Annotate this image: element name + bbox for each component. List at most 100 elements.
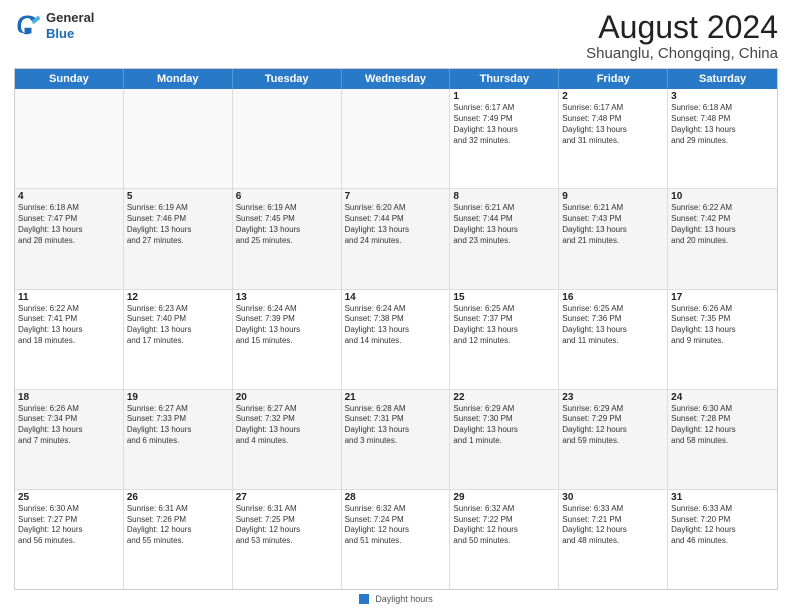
calendar-cell: 18Sunrise: 6:26 AM Sunset: 7:34 PM Dayli… [15,390,124,489]
calendar-week: 1Sunrise: 6:17 AM Sunset: 7:49 PM Daylig… [15,89,777,189]
day-number: 22 [453,392,555,403]
day-number: 14 [345,292,447,303]
day-info: Sunrise: 6:18 AM Sunset: 7:48 PM Dayligh… [671,103,774,146]
day-info: Sunrise: 6:22 AM Sunset: 7:42 PM Dayligh… [671,203,774,246]
day-number: 6 [236,191,338,202]
logo-general: General [46,10,94,26]
calendar-cell: 11Sunrise: 6:22 AM Sunset: 7:41 PM Dayli… [15,290,124,389]
day-number: 2 [562,91,664,102]
day-info: Sunrise: 6:27 AM Sunset: 7:32 PM Dayligh… [236,404,338,447]
day-number: 20 [236,392,338,403]
calendar-cell: 17Sunrise: 6:26 AM Sunset: 7:35 PM Dayli… [668,290,777,389]
calendar-cell [15,89,124,188]
calendar-header-cell: Sunday [15,69,124,89]
daylight-legend-label: Daylight hours [375,594,433,604]
day-number: 16 [562,292,664,303]
calendar-header-cell: Monday [124,69,233,89]
day-number: 30 [562,492,664,503]
day-info: Sunrise: 6:32 AM Sunset: 7:22 PM Dayligh… [453,504,555,547]
day-info: Sunrise: 6:33 AM Sunset: 7:20 PM Dayligh… [671,504,774,547]
header: General Blue August 2024 Shuanglu, Chong… [14,10,778,62]
day-number: 17 [671,292,774,303]
title-block: August 2024 Shuanglu, Chongqing, China [586,10,778,62]
calendar-cell: 4Sunrise: 6:18 AM Sunset: 7:47 PM Daylig… [15,189,124,288]
day-number: 11 [18,292,120,303]
calendar-cell: 10Sunrise: 6:22 AM Sunset: 7:42 PM Dayli… [668,189,777,288]
calendar-cell: 28Sunrise: 6:32 AM Sunset: 7:24 PM Dayli… [342,490,451,589]
day-number: 29 [453,492,555,503]
day-number: 28 [345,492,447,503]
day-number: 31 [671,492,774,503]
day-number: 19 [127,392,229,403]
day-info: Sunrise: 6:25 AM Sunset: 7:37 PM Dayligh… [453,304,555,347]
day-number: 27 [236,492,338,503]
logo-icon [14,12,42,40]
day-info: Sunrise: 6:23 AM Sunset: 7:40 PM Dayligh… [127,304,229,347]
day-info: Sunrise: 6:18 AM Sunset: 7:47 PM Dayligh… [18,203,120,246]
calendar-body: 1Sunrise: 6:17 AM Sunset: 7:49 PM Daylig… [15,89,777,589]
calendar: SundayMondayTuesdayWednesdayThursdayFrid… [14,68,778,590]
calendar-week: 18Sunrise: 6:26 AM Sunset: 7:34 PM Dayli… [15,390,777,490]
day-info: Sunrise: 6:21 AM Sunset: 7:44 PM Dayligh… [453,203,555,246]
calendar-cell: 20Sunrise: 6:27 AM Sunset: 7:32 PM Dayli… [233,390,342,489]
calendar-cell: 25Sunrise: 6:30 AM Sunset: 7:27 PM Dayli… [15,490,124,589]
calendar-cell: 12Sunrise: 6:23 AM Sunset: 7:40 PM Dayli… [124,290,233,389]
day-info: Sunrise: 6:27 AM Sunset: 7:33 PM Dayligh… [127,404,229,447]
calendar-cell: 5Sunrise: 6:19 AM Sunset: 7:46 PM Daylig… [124,189,233,288]
calendar-week: 25Sunrise: 6:30 AM Sunset: 7:27 PM Dayli… [15,490,777,589]
calendar-cell: 27Sunrise: 6:31 AM Sunset: 7:25 PM Dayli… [233,490,342,589]
day-number: 1 [453,91,555,102]
calendar-cell: 9Sunrise: 6:21 AM Sunset: 7:43 PM Daylig… [559,189,668,288]
day-number: 26 [127,492,229,503]
day-info: Sunrise: 6:19 AM Sunset: 7:45 PM Dayligh… [236,203,338,246]
day-number: 18 [18,392,120,403]
calendar-cell [233,89,342,188]
calendar-header-row: SundayMondayTuesdayWednesdayThursdayFrid… [15,69,777,89]
day-number: 3 [671,91,774,102]
daylight-legend-icon [359,594,369,604]
calendar-cell: 21Sunrise: 6:28 AM Sunset: 7:31 PM Dayli… [342,390,451,489]
day-number: 10 [671,191,774,202]
calendar-cell: 7Sunrise: 6:20 AM Sunset: 7:44 PM Daylig… [342,189,451,288]
calendar-cell: 24Sunrise: 6:30 AM Sunset: 7:28 PM Dayli… [668,390,777,489]
calendar-header-cell: Saturday [668,69,777,89]
calendar-header-cell: Tuesday [233,69,342,89]
day-info: Sunrise: 6:32 AM Sunset: 7:24 PM Dayligh… [345,504,447,547]
day-number: 4 [18,191,120,202]
day-info: Sunrise: 6:22 AM Sunset: 7:41 PM Dayligh… [18,304,120,347]
day-info: Sunrise: 6:24 AM Sunset: 7:39 PM Dayligh… [236,304,338,347]
day-info: Sunrise: 6:29 AM Sunset: 7:29 PM Dayligh… [562,404,664,447]
calendar-cell [124,89,233,188]
day-number: 13 [236,292,338,303]
day-number: 8 [453,191,555,202]
day-number: 12 [127,292,229,303]
calendar-cell: 16Sunrise: 6:25 AM Sunset: 7:36 PM Dayli… [559,290,668,389]
calendar-subtitle: Shuanglu, Chongqing, China [586,45,778,62]
day-number: 25 [18,492,120,503]
day-info: Sunrise: 6:17 AM Sunset: 7:48 PM Dayligh… [562,103,664,146]
day-info: Sunrise: 6:29 AM Sunset: 7:30 PM Dayligh… [453,404,555,447]
logo-text: General Blue [46,10,94,41]
calendar-cell [342,89,451,188]
day-info: Sunrise: 6:26 AM Sunset: 7:34 PM Dayligh… [18,404,120,447]
calendar-cell: 29Sunrise: 6:32 AM Sunset: 7:22 PM Dayli… [450,490,559,589]
day-info: Sunrise: 6:30 AM Sunset: 7:28 PM Dayligh… [671,404,774,447]
calendar-week: 4Sunrise: 6:18 AM Sunset: 7:47 PM Daylig… [15,189,777,289]
calendar-week: 11Sunrise: 6:22 AM Sunset: 7:41 PM Dayli… [15,290,777,390]
footer: Daylight hours [14,590,778,606]
day-number: 5 [127,191,229,202]
day-number: 9 [562,191,664,202]
day-info: Sunrise: 6:19 AM Sunset: 7:46 PM Dayligh… [127,203,229,246]
day-number: 24 [671,392,774,403]
day-info: Sunrise: 6:25 AM Sunset: 7:36 PM Dayligh… [562,304,664,347]
calendar-cell: 2Sunrise: 6:17 AM Sunset: 7:48 PM Daylig… [559,89,668,188]
day-info: Sunrise: 6:28 AM Sunset: 7:31 PM Dayligh… [345,404,447,447]
logo: General Blue [14,10,94,41]
calendar-cell: 3Sunrise: 6:18 AM Sunset: 7:48 PM Daylig… [668,89,777,188]
logo-blue: Blue [46,26,94,42]
calendar-cell: 23Sunrise: 6:29 AM Sunset: 7:29 PM Dayli… [559,390,668,489]
calendar-cell: 6Sunrise: 6:19 AM Sunset: 7:45 PM Daylig… [233,189,342,288]
calendar-header-cell: Friday [559,69,668,89]
day-info: Sunrise: 6:33 AM Sunset: 7:21 PM Dayligh… [562,504,664,547]
calendar-cell: 1Sunrise: 6:17 AM Sunset: 7:49 PM Daylig… [450,89,559,188]
